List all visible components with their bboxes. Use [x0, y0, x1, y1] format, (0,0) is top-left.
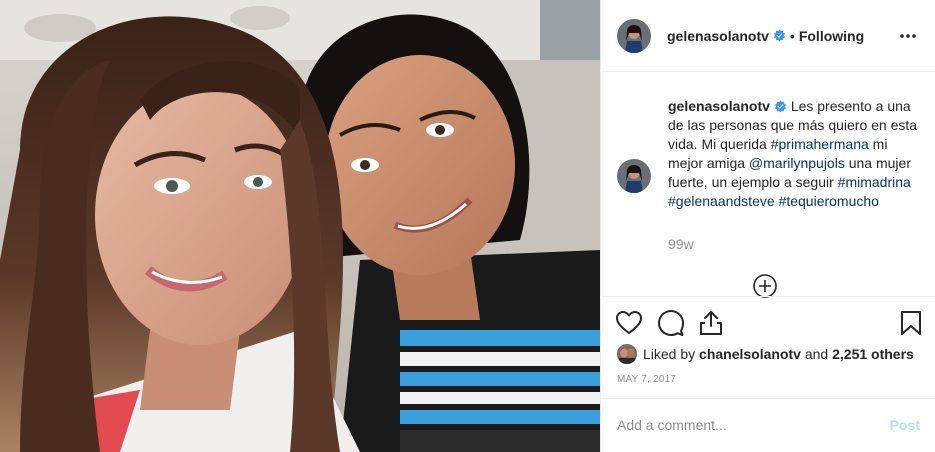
selfie-image	[0, 0, 600, 452]
post-photo[interactable]	[0, 0, 600, 452]
following-button[interactable]: Following	[799, 28, 864, 44]
heart-icon[interactable]	[615, 309, 643, 337]
instagram-post: gelenasolanotv • Following gelenasolanot…	[0, 0, 935, 452]
post-date[interactable]: MAY 7, 2017	[617, 374, 676, 385]
likes-middle: and	[804, 346, 829, 362]
more-horizontal-icon[interactable]	[896, 24, 920, 48]
action-bar	[601, 296, 935, 348]
author-avatar[interactable]	[617, 18, 651, 53]
hashtag-primahermana[interactable]: #primahermana	[771, 136, 869, 152]
bookmark-icon[interactable]	[897, 309, 925, 337]
caption-verified-badge-icon	[774, 99, 787, 113]
header-separator: •	[789, 27, 795, 44]
likes-prefix: Liked by	[643, 346, 696, 362]
share-icon[interactable]	[697, 309, 725, 337]
verified-badge-icon	[773, 29, 786, 42]
likes-count[interactable]: 2,251 others	[832, 346, 914, 362]
mention-marilynpujols[interactable]: @marilynpujols	[749, 155, 845, 171]
liker-username[interactable]: chanelsolanotv	[699, 346, 801, 362]
hashtag-gelenaandsteve[interactable]: #gelenaandsteve	[668, 193, 775, 209]
caption-username[interactable]: gelenasolanotv	[668, 98, 770, 114]
post-comment-button[interactable]: Post	[890, 417, 920, 433]
post-header: gelenasolanotv • Following	[601, 0, 935, 72]
post-side-panel: gelenasolanotv • Following gelenasolanot…	[600, 0, 935, 452]
caption-text: gelenasolanotv Les presento a una de las…	[668, 97, 918, 211]
comments-area: gelenasolanotv Les presento a una de las…	[601, 73, 935, 298]
comment-icon[interactable]	[657, 309, 685, 337]
hashtag-tequieromucho[interactable]: #tequieromucho	[779, 193, 879, 209]
likes-summary: Liked by chanelsolanotv and 2,251 others	[617, 344, 914, 364]
add-comment-bar: Post	[601, 398, 935, 452]
author-username[interactable]: gelenasolanotv	[667, 28, 769, 44]
comment-input[interactable]	[617, 415, 867, 435]
caption-author-avatar[interactable]	[617, 159, 651, 193]
caption-time-ago[interactable]: 99w	[668, 236, 694, 252]
hashtag-mimadrina[interactable]: #mimadrina	[838, 174, 911, 190]
liker-avatar[interactable]	[617, 344, 637, 364]
